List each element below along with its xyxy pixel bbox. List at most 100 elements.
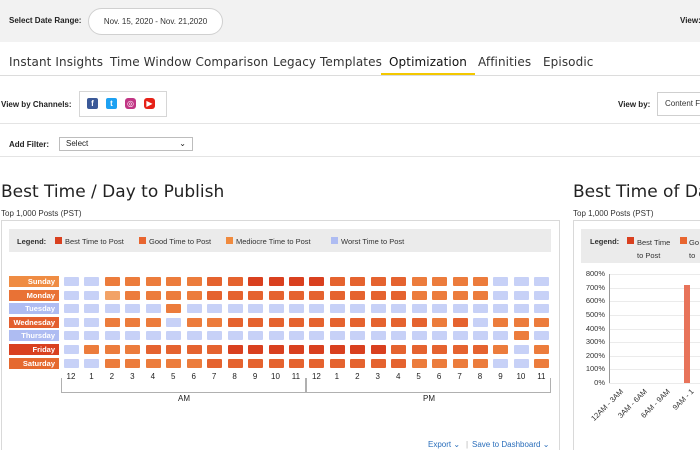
heatmap-cell[interactable] <box>268 345 284 354</box>
heatmap-cell[interactable] <box>534 304 550 314</box>
heatmap-cell[interactable] <box>84 345 100 354</box>
heatmap-cell[interactable] <box>513 304 529 314</box>
heatmap-cell[interactable] <box>473 331 488 341</box>
tab-affinities[interactable]: Affinities <box>478 55 531 69</box>
heatmap-cell[interactable] <box>186 304 202 314</box>
heatmap-cell[interactable] <box>125 290 141 300</box>
heatmap-cell[interactable] <box>166 290 182 300</box>
heatmap-cell[interactable] <box>391 290 407 300</box>
heatmap-cell[interactable] <box>84 358 100 368</box>
heatmap-cell[interactable] <box>473 304 488 314</box>
heatmap-cell[interactable] <box>452 345 468 354</box>
tab-optimization[interactable]: Optimization <box>381 55 475 75</box>
heatmap-cell[interactable] <box>104 277 120 286</box>
heatmap-cell[interactable] <box>268 277 284 286</box>
heatmap-cell[interactable] <box>411 277 427 286</box>
heatmap-cell[interactable] <box>145 331 161 341</box>
heatmap-cell[interactable] <box>452 290 468 300</box>
heatmap-cell[interactable] <box>227 304 243 314</box>
heatmap-cell[interactable] <box>288 358 304 368</box>
heatmap-cell[interactable] <box>350 331 366 341</box>
heatmap-cell[interactable] <box>350 345 366 354</box>
heatmap-cell[interactable] <box>268 317 284 327</box>
heatmap-cell[interactable] <box>329 290 345 300</box>
heatmap-cell[interactable] <box>288 345 304 354</box>
heatmap-cell[interactable] <box>309 358 325 368</box>
heatmap-cell[interactable] <box>309 331 325 341</box>
heatmap-cell[interactable] <box>104 317 120 327</box>
view-by-select[interactable]: Content F <box>657 92 700 116</box>
heatmap-cell[interactable] <box>145 317 161 327</box>
heatmap-cell[interactable] <box>125 358 141 368</box>
heatmap-cell[interactable] <box>166 317 182 327</box>
heatmap-cell[interactable] <box>268 331 284 341</box>
heatmap-cell[interactable] <box>452 277 468 286</box>
heatmap-cell[interactable] <box>452 317 468 327</box>
heatmap-cell[interactable] <box>534 290 550 300</box>
heatmap-cell[interactable] <box>84 290 100 300</box>
heatmap-cell[interactable] <box>493 304 509 314</box>
heatmap-cell[interactable] <box>411 304 427 314</box>
heatmap-cell[interactable] <box>288 290 304 300</box>
heatmap-cell[interactable] <box>84 317 100 327</box>
export-button[interactable]: Export ⌄ <box>428 440 460 449</box>
heatmap-cell[interactable] <box>432 317 448 327</box>
heatmap-cell[interactable] <box>207 358 223 368</box>
heatmap-cell[interactable] <box>64 331 79 341</box>
heatmap-cell[interactable] <box>534 277 550 286</box>
heatmap-cell[interactable] <box>513 317 529 327</box>
heatmap-cell[interactable] <box>268 290 284 300</box>
heatmap-cell[interactable] <box>64 304 79 314</box>
heatmap-cell[interactable] <box>104 345 120 354</box>
heatmap-cell[interactable] <box>513 345 529 354</box>
heatmap-cell[interactable] <box>186 331 202 341</box>
heatmap-cell[interactable] <box>145 358 161 368</box>
heatmap-cell[interactable] <box>104 358 120 368</box>
heatmap-cell[interactable] <box>452 331 468 341</box>
heatmap-cell[interactable] <box>207 345 223 354</box>
heatmap-cell[interactable] <box>145 304 161 314</box>
heatmap-cell[interactable] <box>288 317 304 327</box>
heatmap-cell[interactable] <box>370 277 386 286</box>
heatmap-cell[interactable] <box>186 290 202 300</box>
heatmap-cell[interactable] <box>227 358 243 368</box>
heatmap-cell[interactable] <box>391 358 407 368</box>
heatmap-cell[interactable] <box>166 277 182 286</box>
heatmap-cell[interactable] <box>452 358 468 368</box>
heatmap-cell[interactable] <box>125 345 141 354</box>
tab-episodic[interactable]: Episodic <box>543 55 593 69</box>
heatmap-cell[interactable] <box>391 345 407 354</box>
heatmap-cell[interactable] <box>473 345 488 354</box>
instagram-icon[interactable]: ◎ <box>125 98 136 109</box>
heatmap-cell[interactable] <box>125 277 141 286</box>
heatmap-cell[interactable] <box>125 317 141 327</box>
heatmap-cell[interactable] <box>64 317 79 327</box>
heatmap-cell[interactable] <box>350 290 366 300</box>
heatmap-cell[interactable] <box>432 290 448 300</box>
tab-instant-insights[interactable]: Instant Insights <box>9 55 103 69</box>
heatmap-cell[interactable] <box>432 304 448 314</box>
heatmap-cell[interactable] <box>227 331 243 341</box>
heatmap-cell[interactable] <box>207 277 223 286</box>
heatmap-cell[interactable] <box>166 331 182 341</box>
heatmap-cell[interactable] <box>207 317 223 327</box>
heatmap-cell[interactable] <box>309 304 325 314</box>
date-range-picker[interactable]: Nov. 15, 2020 - Nov. 21,2020 <box>88 8 223 35</box>
heatmap-cell[interactable] <box>493 358 509 368</box>
heatmap-cell[interactable] <box>329 345 345 354</box>
heatmap-cell[interactable] <box>145 290 161 300</box>
heatmap-cell[interactable] <box>493 277 509 286</box>
heatmap-cell[interactable] <box>350 304 366 314</box>
facebook-icon[interactable]: f <box>87 98 98 109</box>
heatmap-cell[interactable] <box>125 304 141 314</box>
heatmap-cell[interactable] <box>329 358 345 368</box>
heatmap-cell[interactable] <box>432 345 448 354</box>
heatmap-cell[interactable] <box>391 277 407 286</box>
filter-select[interactable]: Select ⌄ <box>59 137 193 151</box>
heatmap-cell[interactable] <box>166 304 182 314</box>
heatmap-cell[interactable] <box>473 358 488 368</box>
heatmap-cell[interactable] <box>411 345 427 354</box>
heatmap-cell[interactable] <box>227 317 243 327</box>
heatmap-cell[interactable] <box>309 277 325 286</box>
twitter-icon[interactable]: t <box>106 98 117 109</box>
